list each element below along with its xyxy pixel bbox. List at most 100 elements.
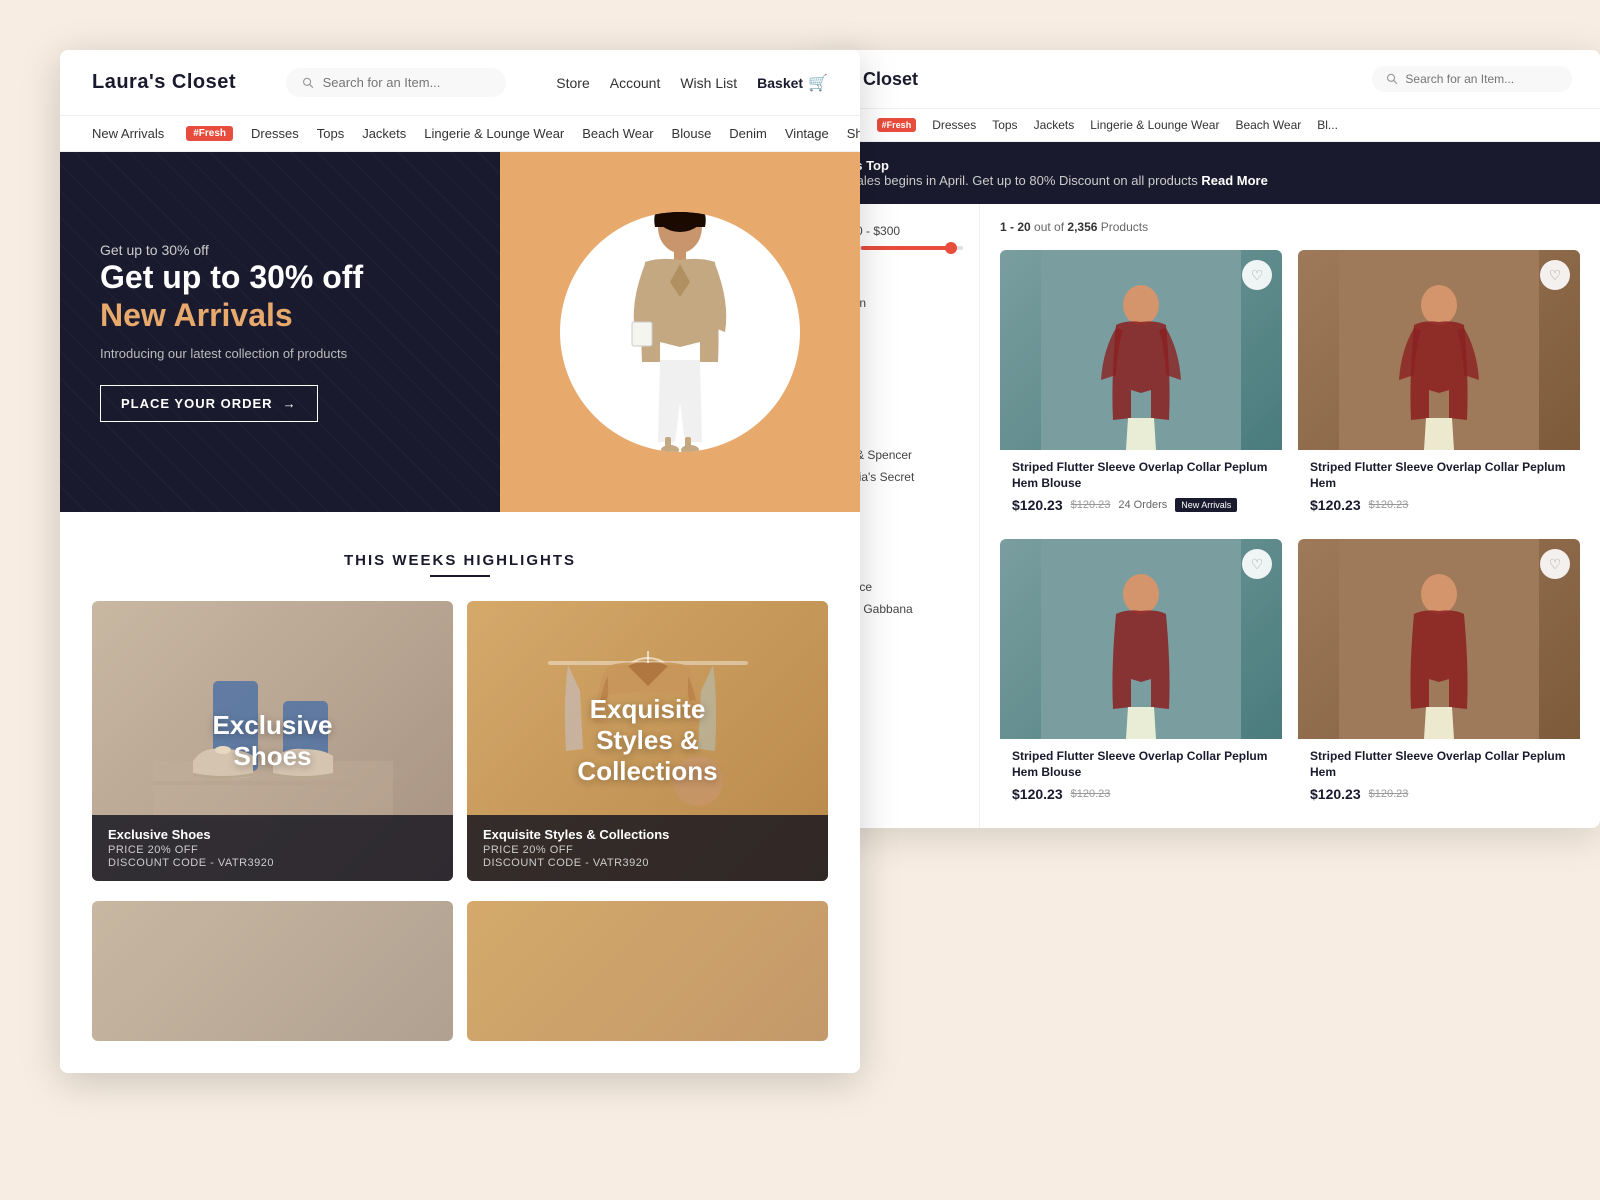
nav-denim[interactable]: Denim	[729, 126, 767, 141]
shoes-overlay-title: Exclusive Shoes	[182, 710, 363, 772]
product-old-price-4: $120.23	[1369, 788, 1409, 800]
styles-footer-title: Exquisite Styles & Collections	[483, 827, 812, 842]
basket-icon: 🛒	[808, 73, 828, 93]
product-price-3: $120.23	[1012, 786, 1063, 802]
hero-section: Get up to 30% off Get up to 30% off Get …	[60, 152, 860, 512]
nav-shoes[interactable]: Shoes	[847, 126, 860, 141]
product-image-1: ♡	[1000, 250, 1282, 450]
highlights-title: THIS WEEKS HIGHLIGHTS	[92, 552, 828, 569]
sec-search-input[interactable]	[1405, 72, 1558, 86]
fresh-badge: #Fresh	[186, 126, 233, 141]
product-info-2: Striped Flutter Sleeve Overlap Collar Pe…	[1298, 450, 1580, 523]
products-area: $120 - $300 s omen dies rls bies os &M a…	[820, 204, 1600, 828]
hero-left: Get up to 30% off Get up to 30% off Get …	[60, 152, 500, 512]
bottom-card-1[interactable]	[92, 901, 453, 1041]
product-image-3: ♡	[1000, 539, 1282, 739]
product-name-4: Striped Flutter Sleeve Overlap Collar Pe…	[1310, 749, 1568, 780]
sec-nav-tops[interactable]: Tops	[992, 118, 1017, 132]
product-price-2: $120.23	[1310, 497, 1361, 513]
product-model-svg-3	[1041, 539, 1241, 739]
main-logo: Laura's Closet	[92, 71, 236, 94]
wishlist-btn-3[interactable]: ♡	[1242, 549, 1272, 579]
wishlist-btn-2[interactable]: ♡	[1540, 260, 1570, 290]
sec-nav-dresses[interactable]: Dresses	[932, 118, 976, 132]
product-image-4: ♡	[1298, 539, 1580, 739]
product-name-1: Striped Flutter Sleeve Overlap Collar Pe…	[1012, 460, 1270, 491]
sec-search-bar[interactable]	[1372, 66, 1572, 92]
wishlist-link[interactable]: Wish List	[680, 75, 737, 91]
store-link[interactable]: Store	[556, 75, 589, 91]
nav-new-arrivals[interactable]: New Arrivals	[92, 126, 164, 141]
products-grid: ♡ Striped Flutter Sleeve Overlap Collar …	[1000, 250, 1580, 812]
sec-nav-jackets[interactable]: Jackets	[1034, 118, 1075, 132]
wishlist-btn-1[interactable]: ♡	[1242, 260, 1272, 290]
sec-nav-bl[interactable]: Bl...	[1317, 118, 1338, 132]
place-order-button[interactable]: PLACE YOUR ORDER →	[100, 385, 318, 422]
dark-banner: es Top Sales begins in April. Get up to …	[820, 142, 1600, 204]
secondary-window: s Closet ls #Fresh Dresses Tops Jackets …	[820, 50, 1600, 828]
nav-tops[interactable]: Tops	[317, 126, 344, 141]
styles-card-footer: Exquisite Styles & Collections PRICE 20%…	[467, 815, 828, 881]
product-card-2[interactable]: ♡ Striped Flutter Sleeve Overlap Collar …	[1298, 250, 1580, 523]
product-card-4[interactable]: ♡ Striped Flutter Sleeve Overlap Collar …	[1298, 539, 1580, 812]
banner-desc: Sales begins in April. Get up to 80% Dis…	[848, 173, 1198, 188]
nav-lingerie[interactable]: Lingerie & Lounge Wear	[424, 126, 564, 141]
search-input[interactable]	[323, 75, 491, 90]
product-name-3: Striped Flutter Sleeve Overlap Collar Pe…	[1012, 749, 1270, 780]
product-image-2: ♡	[1298, 250, 1580, 450]
nav-vintage[interactable]: Vintage	[785, 126, 829, 141]
product-name-2: Striped Flutter Sleeve Overlap Collar Pe…	[1310, 460, 1568, 491]
bottom-card-2[interactable]	[467, 901, 828, 1041]
sec-fresh-badge: #Fresh	[877, 118, 917, 132]
nav-beach[interactable]: Beach Wear	[582, 126, 653, 141]
highlight-card-shoes[interactable]: Exclusive Shoes Exclusive Shoes PRICE 20…	[92, 601, 453, 881]
product-info-3: Striped Flutter Sleeve Overlap Collar Pe…	[1000, 739, 1282, 812]
read-more-link[interactable]: Read More	[1201, 173, 1267, 188]
account-link[interactable]: Account	[610, 75, 661, 91]
product-price-row-2: $120.23 $120.23	[1310, 497, 1568, 513]
sec-nav: ls #Fresh Dresses Tops Jackets Lingerie …	[820, 109, 1600, 142]
sec-nav-lingerie[interactable]: Lingerie & Lounge Wear	[1090, 118, 1219, 132]
place-order-arrow: →	[283, 396, 297, 411]
product-price-row-4: $120.23 $120.23	[1310, 786, 1568, 802]
styles-price-label: PRICE 20% OFF	[483, 844, 812, 856]
product-old-price-3: $120.23	[1071, 788, 1111, 800]
sec-nav-beach[interactable]: Beach Wear	[1235, 118, 1301, 132]
basket-button[interactable]: Basket 🛒	[757, 73, 828, 93]
shoes-footer-title: Exclusive Shoes	[108, 827, 437, 842]
nav-blouse[interactable]: Blouse	[672, 126, 712, 141]
hero-pre-title: Get up to 30% off	[100, 242, 460, 258]
hero-description: Introducing our latest collection of pro…	[100, 346, 460, 361]
styles-discount-code: DISCOUNT CODE - VATR3920	[483, 857, 812, 869]
highlights-grid: Exclusive Shoes Exclusive Shoes PRICE 20…	[92, 601, 828, 881]
product-info-1: Striped Flutter Sleeve Overlap Collar Pe…	[1000, 450, 1282, 523]
products-section: 1 - 20 out of 2,356 Products	[980, 204, 1600, 828]
main-window: Laura's Closet Store Account Wish List B…	[60, 50, 860, 1073]
range-thumb-right[interactable]	[945, 242, 957, 254]
product-price-row-1: $120.23 $120.23 24 Orders New Arrivals	[1012, 497, 1270, 513]
highlights-section: THIS WEEKS HIGHLIGHTS	[60, 512, 860, 901]
wishlist-btn-4[interactable]: ♡	[1540, 549, 1570, 579]
hero-right	[500, 152, 860, 512]
place-order-label: PLACE YOUR ORDER	[121, 396, 273, 411]
styles-overlay-title: Exquisite Styles & Collections	[557, 694, 738, 788]
product-card-3[interactable]: ♡ Striped Flutter Sleeve Overlap Collar …	[1000, 539, 1282, 812]
model-illustration	[600, 212, 760, 452]
shoes-discount-code: DISCOUNT CODE - VATR3920	[108, 857, 437, 869]
main-header: Laura's Closet Store Account Wish List B…	[60, 50, 860, 116]
bottom-highlights	[60, 901, 860, 1073]
product-old-price-1: $120.23	[1071, 499, 1111, 511]
new-arrivals-badge-1: New Arrivals	[1175, 498, 1237, 512]
main-search-bar[interactable]	[286, 68, 506, 97]
sec-header: s Closet	[820, 50, 1600, 109]
product-model-svg-1	[1041, 250, 1241, 450]
product-old-price-2: $120.23	[1369, 499, 1409, 511]
product-model-svg-2	[1339, 250, 1539, 450]
product-model-svg-4	[1339, 539, 1539, 739]
nav-dresses[interactable]: Dresses	[251, 126, 299, 141]
product-card-1[interactable]: ♡ Striped Flutter Sleeve Overlap Collar …	[1000, 250, 1282, 523]
highlight-card-styles[interactable]: Exquisite Styles & Collections Exquisite…	[467, 601, 828, 881]
category-nav: New Arrivals #Fresh Dresses Tops Jackets…	[60, 116, 860, 152]
shoes-price-label: PRICE 20% OFF	[108, 844, 437, 856]
nav-jackets[interactable]: Jackets	[362, 126, 406, 141]
